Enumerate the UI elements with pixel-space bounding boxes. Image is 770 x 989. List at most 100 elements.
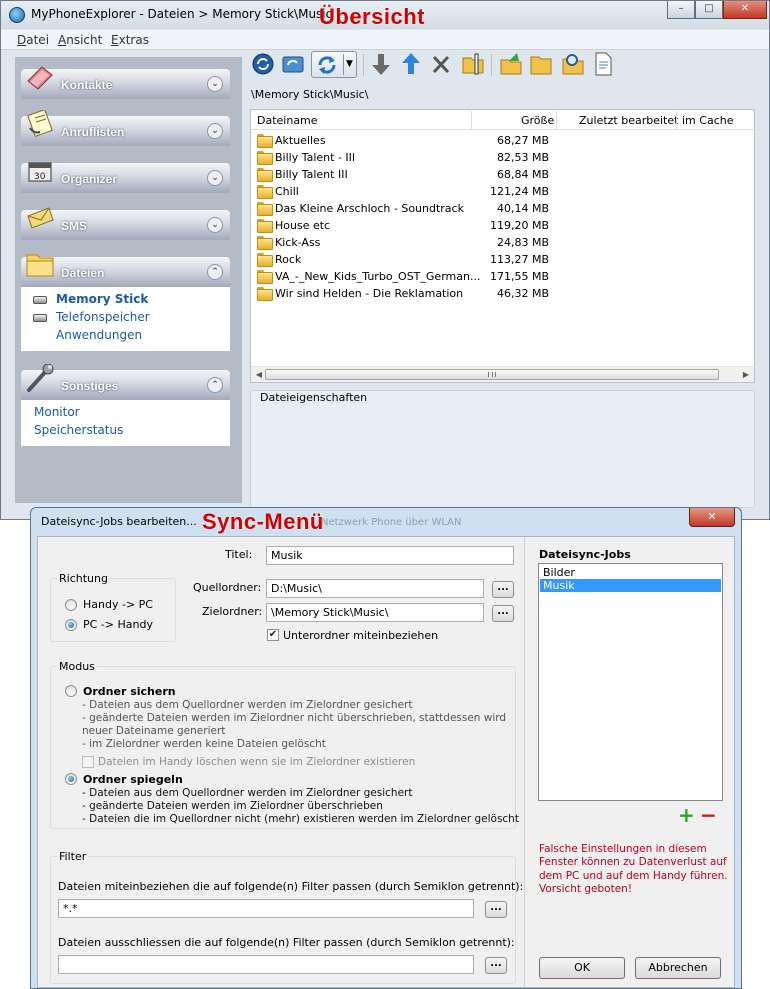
chevron-down-icon[interactable]: ⌄	[207, 76, 223, 92]
file-name: Aktuelles	[275, 134, 326, 147]
drive-icon	[33, 296, 47, 304]
dropdown-arrow-icon[interactable]: ▼	[343, 54, 355, 75]
sync-globe-icon[interactable]	[251, 51, 275, 77]
titel-input[interactable]: Musik	[266, 546, 514, 565]
menu-datei[interactable]: Datei	[17, 33, 49, 47]
sidebar-panel-sms[interactable]: SMS ⌄	[21, 207, 230, 240]
zielordner-input[interactable]: \Memory Stick\Music\	[266, 603, 484, 622]
horizontal-scrollbar[interactable]: ◀ ▶	[251, 366, 754, 382]
radio-ordner-sichern[interactable]	[65, 685, 77, 697]
table-row[interactable]: Billy Talent - III 82,53 MB	[251, 149, 754, 166]
rename-folder-icon[interactable]	[461, 51, 485, 77]
chevron-down-icon[interactable]: ⌄	[207, 170, 223, 186]
upload-arrow-icon[interactable]	[399, 51, 423, 77]
column-header-groesse[interactable]: Größe	[521, 114, 554, 127]
folder-up-icon[interactable]	[499, 51, 523, 77]
titel-label: Titel:	[225, 548, 253, 561]
delete-x-icon[interactable]	[429, 51, 453, 77]
column-separator[interactable]	[676, 111, 677, 129]
sidebar-panel-kontakte[interactable]: Kontakte ⌄	[21, 66, 230, 99]
search-folder-icon[interactable]	[561, 51, 585, 77]
file-name: Wir sind Helden - Die Reklamation	[275, 287, 464, 300]
download-arrow-icon[interactable]	[369, 51, 393, 77]
dateien-loeschen-checkbox[interactable]	[82, 756, 94, 768]
folder-icon	[257, 134, 273, 148]
file-size: 24,83 MB	[496, 236, 549, 249]
radio-pc-to-handy[interactable]	[65, 619, 77, 631]
quellordner-browse-button[interactable]: ...	[492, 581, 514, 598]
exclude-filter-browse-button[interactable]: ...	[485, 957, 507, 974]
job-item-musik[interactable]: Musik	[540, 579, 721, 592]
richtung-group: Richtung Handy -> PC PC -> Handy	[50, 572, 176, 642]
refresh-monitor-icon[interactable]	[281, 51, 305, 77]
include-filter-input[interactable]: *.*	[58, 899, 474, 918]
add-job-icon[interactable]: +	[678, 805, 695, 825]
dialog-close-button[interactable]: ✕	[689, 508, 735, 527]
chevron-down-icon[interactable]: ⌄	[207, 217, 223, 233]
column-header-im-cache[interactable]: im Cache	[682, 114, 733, 127]
folder-icon	[257, 253, 273, 267]
sidebar-panel-anruflisten[interactable]: Anruflisten ⌄	[21, 110, 230, 146]
table-row[interactable]: Wir sind Helden - Die Reklamation 46,32 M…	[251, 285, 754, 302]
folder-icon	[257, 168, 273, 182]
file-size: 82,53 MB	[496, 151, 549, 164]
document-properties-icon[interactable]	[591, 51, 615, 77]
sidebar-item-anwendungen[interactable]: Anwendungen	[56, 328, 142, 342]
chevron-up-icon[interactable]: ⌃	[207, 377, 223, 393]
menu-extras[interactable]: Extras	[111, 33, 149, 47]
ok-button[interactable]: OK	[539, 957, 625, 979]
table-row[interactable]: Das Kleine Arschloch - Soundtrack 40,14 M…	[251, 200, 754, 217]
scroll-left-icon[interactable]: ◀	[254, 370, 264, 380]
sidebar-panel-organizer[interactable]: 30 Organizer ⌄	[21, 162, 230, 193]
sichern-desc-line: - geänderte Dateien werden im Zielordner…	[82, 712, 507, 724]
cancel-button[interactable]: Abbrechen	[635, 957, 721, 979]
minimize-button[interactable]: –	[667, 1, 695, 19]
exclude-filter-label: Dateien ausschliessen die auf folgende(n…	[58, 936, 515, 949]
sidebar-item-monitor[interactable]: Monitor	[34, 405, 80, 419]
unterordner-checkbox[interactable]: ✔	[267, 629, 279, 641]
file-name: Chill	[275, 185, 299, 198]
exclude-filter-input[interactable]	[58, 955, 474, 974]
file-name: Billy Talent - III	[275, 151, 356, 164]
sidebar-dateien-body: Memory Stick Telefonspeicher Anwendungen	[21, 287, 230, 351]
radio-handy-to-pc[interactable]	[65, 599, 77, 611]
sidebar-panel-dateien[interactable]: Dateien ⌃	[21, 254, 230, 287]
chevron-up-icon[interactable]: ⌃	[207, 264, 223, 280]
dialog-divider	[524, 537, 525, 987]
scrollbar-thumb[interactable]	[265, 369, 719, 380]
file-name: Rock	[275, 253, 302, 266]
maximize-button[interactable]: □	[695, 1, 723, 19]
dialog-title: Dateisync-Jobs bearbeiten...	[41, 515, 197, 528]
sidebar-panel-sonstiges[interactable]: Sonstiges ⌃	[21, 364, 230, 400]
close-button[interactable]: ✕	[723, 1, 767, 19]
table-row[interactable]: Rock 113,27 MB	[251, 251, 754, 268]
column-separator[interactable]	[556, 111, 557, 129]
radio-ordner-spiegeln[interactable]	[65, 773, 77, 785]
refresh-split-button[interactable]: ▼	[311, 51, 357, 78]
scroll-right-icon[interactable]: ▶	[741, 370, 751, 380]
sidebar-item-telefonspeicher[interactable]: Telefonspeicher	[56, 310, 150, 324]
include-filter-browse-button[interactable]: ...	[485, 901, 507, 918]
menu-ansicht[interactable]: Ansicht	[58, 33, 102, 47]
column-header-dateiname[interactable]: Dateiname	[257, 114, 318, 127]
file-name: Kick-Ass	[275, 236, 321, 249]
app-logo-icon	[9, 7, 25, 23]
table-row[interactable]: Aktuelles 68,27 MB	[251, 132, 754, 149]
chevron-down-icon[interactable]: ⌄	[207, 123, 223, 139]
table-row[interactable]: Chill 121,24 MB	[251, 183, 754, 200]
table-row[interactable]: Kick-Ass 24,83 MB	[251, 234, 754, 251]
job-item-bilder[interactable]: Bilder	[540, 566, 721, 579]
sidebar-item-speicherstatus[interactable]: Speicherstatus	[34, 423, 123, 437]
table-row[interactable]: House etc 119,20 MB	[251, 217, 754, 234]
column-separator[interactable]	[471, 111, 472, 129]
remove-job-icon[interactable]: −	[700, 805, 717, 825]
zielordner-browse-button[interactable]: ...	[492, 605, 514, 622]
table-row[interactable]: VA_-_New_Kids_Turbo_OST_German... 171,55 …	[251, 268, 754, 285]
svg-text:30: 30	[34, 172, 46, 182]
quellordner-input[interactable]: D:\Music\	[266, 579, 484, 598]
table-row[interactable]: Billy Talent III 68,84 MB	[251, 166, 754, 183]
jobs-list[interactable]: Bilder Musik	[538, 563, 723, 801]
sidebar-item-memory-stick[interactable]: Memory Stick	[56, 292, 148, 306]
new-folder-icon[interactable]	[529, 51, 553, 77]
column-header-zuletzt-bearbeitet[interactable]: Zuletzt bearbeitet	[579, 114, 678, 127]
